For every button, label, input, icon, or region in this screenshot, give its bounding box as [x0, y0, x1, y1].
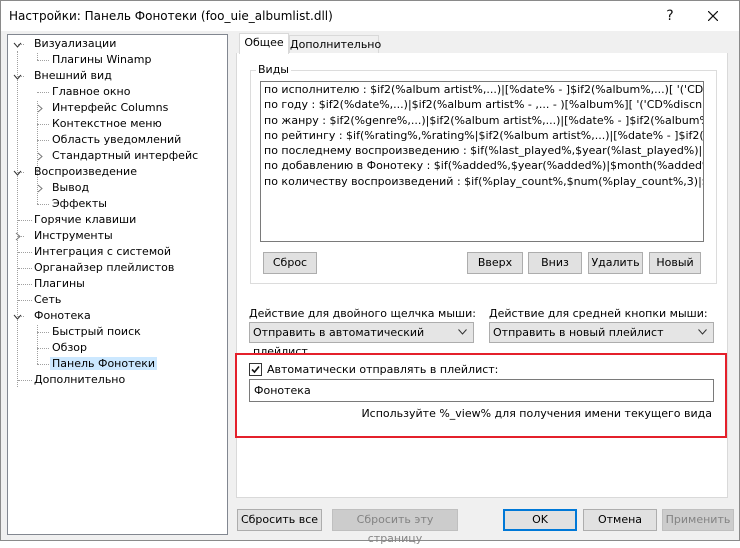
tree-item-network[interactable]: Сеть [32, 292, 63, 308]
move-up-button[interactable]: Вверх [467, 252, 523, 274]
reset-page-button[interactable]: Сбросить эту страницу [332, 509, 458, 545]
help-button[interactable]: ? [655, 4, 685, 28]
preferences-window: Настройки: Панель Фонотеки (foo_uie_albu… [0, 0, 740, 545]
view-line[interactable]: по последнему воспроизведению : $if(%las… [261, 143, 703, 158]
middle-click-select[interactable]: Отправить в новый плейлист [489, 322, 714, 343]
tree-item-playback[interactable]: Воспроизведение [32, 164, 139, 180]
tree-item-media-library[interactable]: Фонотека [32, 308, 93, 324]
collapse-icon[interactable] [13, 72, 22, 81]
tree-item-hotkeys[interactable]: Горячие клавиши [32, 212, 138, 228]
double-click-select[interactable]: Отправить в автоматический плейлист [249, 322, 474, 358]
autosend-hint: Используйте %_view% для получения имени … [361, 407, 712, 420]
views-group-title: Виды [256, 63, 291, 76]
tree-item-tools[interactable]: Инструменты [32, 228, 115, 244]
views-list[interactable]: по исполнителю : $if2(%album artist%,...… [260, 81, 704, 242]
chevron-down-icon [458, 329, 467, 335]
close-button[interactable] [693, 4, 733, 28]
ok-button[interactable]: OK [503, 509, 577, 531]
view-line[interactable]: по исполнителю : $if2(%album artist%,...… [261, 82, 703, 97]
autosend-label: Автоматически отправлять в плейлист: [267, 363, 499, 376]
view-line[interactable]: по количеству воспроизведений : $if(%pla… [261, 174, 703, 189]
view-line[interactable]: по году : $if2(%date%,...)|$if2(%album a… [261, 97, 703, 112]
expand-icon[interactable] [35, 184, 44, 193]
apply-button[interactable]: Применить [662, 509, 734, 531]
view-line[interactable]: по жанру : $if2(%genre%,...)|$if2(%album… [261, 113, 703, 128]
settings-tree[interactable]: Визуализации Плагины Winamp Внешний вид … [7, 34, 228, 535]
collapse-icon[interactable] [13, 40, 22, 49]
reset-view-button[interactable]: Сброс [263, 252, 317, 274]
tree-item-main-window[interactable]: Главное окно [50, 84, 132, 100]
tree-item-effects[interactable]: Эффекты [50, 196, 109, 212]
collapse-icon[interactable] [13, 168, 22, 177]
autosend-playlist-input[interactable]: Фонотека [249, 379, 714, 402]
tree-item-appearance[interactable]: Внешний вид [32, 68, 114, 84]
collapse-icon[interactable] [13, 312, 22, 321]
delete-view-button[interactable]: Удалить [588, 252, 643, 274]
reset-all-button[interactable]: Сбросить все [237, 509, 322, 531]
tab-advanced[interactable]: Дополнительно [289, 35, 381, 54]
middle-click-value: Отправить в новый плейлист [493, 326, 664, 339]
tree-item-quick-search[interactable]: Быстрый поиск [50, 324, 143, 340]
tab-general[interactable]: Общее [239, 33, 289, 54]
tree-item-output[interactable]: Вывод [50, 180, 91, 196]
autosend-checkbox[interactable] [249, 363, 262, 376]
expand-icon[interactable] [35, 152, 44, 161]
new-view-button[interactable]: Новый [649, 252, 701, 274]
tree-item-standard-ui[interactable]: Стандартный интерфейс [50, 148, 200, 164]
chevron-down-icon [698, 329, 707, 335]
tree-item-playlist-organizer[interactable]: Органайзер плейлистов [32, 260, 176, 276]
tree-item-library-panel[interactable]: Панель Фонотеки [50, 356, 158, 372]
window-title: Настройки: Панель Фонотеки (foo_uie_albu… [9, 9, 333, 23]
tree-item-plugins[interactable]: Плагины [32, 276, 87, 292]
checkmark-icon [251, 365, 260, 374]
cancel-button[interactable]: Отмена [583, 509, 657, 531]
tree-item-context-menu[interactable]: Контекстное меню [50, 116, 164, 132]
move-down-button[interactable]: Вниз [528, 252, 582, 274]
tree-item-columns-ui[interactable]: Интерфейс Columns [50, 100, 170, 116]
tree-item-notification-area[interactable]: Область уведомлений [50, 132, 183, 148]
middle-click-label: Действие для средней кнопки мыши: [489, 307, 708, 320]
tree-item-advanced[interactable]: Дополнительно [32, 372, 127, 388]
view-line[interactable]: по рейтингу : $if(%rating%,%rating%|$if2… [261, 128, 703, 143]
close-icon [707, 10, 719, 22]
tree-item-shell-integration[interactable]: Интеграция с системой [32, 244, 173, 260]
double-click-label: Действие для двойного щелчка мыши: [249, 307, 476, 320]
tree-item-browse[interactable]: Обзор [50, 340, 89, 356]
expand-icon[interactable] [13, 232, 22, 241]
tree-item-winamp-plugins[interactable]: Плагины Winamp [50, 52, 153, 68]
title-bar: Настройки: Панель Фонотеки (foo_uie_albu… [1, 1, 739, 31]
view-line[interactable]: по добавлению в Фонотеку : $if(%added%,$… [261, 158, 703, 173]
expand-icon[interactable] [35, 104, 44, 113]
tree-item-visualizations[interactable]: Визуализации [32, 36, 118, 52]
